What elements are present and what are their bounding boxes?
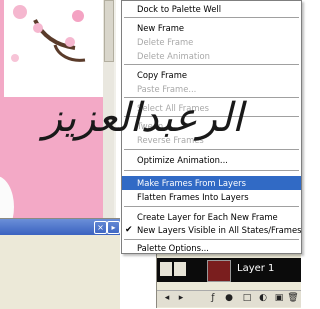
animation-panel-titlebar: × ▸ — [0, 219, 120, 235]
menu-item-palette-options[interactable]: Palette Options... — [122, 241, 301, 255]
layers-toolbar: ◂ ▸ ƒ ● □ ◐ ▣ 🗑 — [157, 290, 301, 307]
menu-item-flatten-frames-into-layers[interactable]: Flatten Frames Into Layers — [122, 190, 301, 204]
menu-item-paste-frame[interactable]: Paste Frame... — [122, 82, 301, 96]
link-layers-icon[interactable]: ◂ — [161, 293, 173, 304]
menu-item-create-layer-for-each-new-frame[interactable]: Create Layer for Each New Frame — [122, 210, 301, 224]
menu-item-make-frames-from-layers[interactable]: Make Frames From Layers — [122, 176, 301, 190]
menu-separator — [124, 170, 299, 171]
trash-icon[interactable]: 🗑 — [287, 293, 299, 304]
checkmark-icon: ✔ — [125, 225, 133, 235]
link-icon[interactable] — [174, 262, 186, 276]
layers-panel: Layer 1 ◂ ▸ ƒ ● □ ◐ ▣ 🗑 — [156, 250, 301, 308]
menu-item-delete-animation[interactable]: Delete Animation — [122, 49, 301, 63]
panel-close-icon[interactable]: × — [94, 221, 107, 234]
scrollbar-thumb[interactable] — [104, 0, 114, 62]
layer-style-icon[interactable]: ƒ — [207, 293, 219, 304]
menu-item-new-frame[interactable]: New Frame — [122, 21, 301, 35]
cherry-blossom-image — [0, 0, 103, 97]
adjustment-icon[interactable]: ◐ — [257, 293, 269, 304]
menu-separator — [124, 239, 299, 240]
menu-item-new-layers-visible[interactable]: ✔ New Layers Visible in All States/Frames — [122, 223, 301, 237]
new-layer-icon[interactable]: ▣ — [273, 293, 285, 304]
mask-icon[interactable]: ● — [223, 293, 235, 304]
layer-row[interactable]: Layer 1 — [157, 258, 301, 282]
animation-panel: × ▸ — [0, 218, 120, 309]
menu-separator — [124, 206, 299, 207]
menu-item-delete-frame[interactable]: Delete Frame — [122, 35, 301, 49]
layer-thumbnail — [207, 260, 231, 282]
menu-separator — [124, 17, 299, 18]
next-icon[interactable]: ▸ — [175, 293, 187, 304]
panel-menu-icon[interactable]: ▸ — [107, 221, 120, 234]
menu-item-dock-to-palette-well[interactable]: Dock to Palette Well — [122, 2, 301, 16]
new-set-icon[interactable]: □ — [241, 293, 253, 304]
layer-name: Layer 1 — [237, 263, 275, 274]
menu-item-copy-frame[interactable]: Copy Frame — [122, 68, 301, 82]
visibility-icon[interactable] — [160, 262, 172, 276]
arabic-signature-overlay: الرعبدالعزيز — [42, 95, 244, 141]
menu-separator — [124, 64, 299, 65]
